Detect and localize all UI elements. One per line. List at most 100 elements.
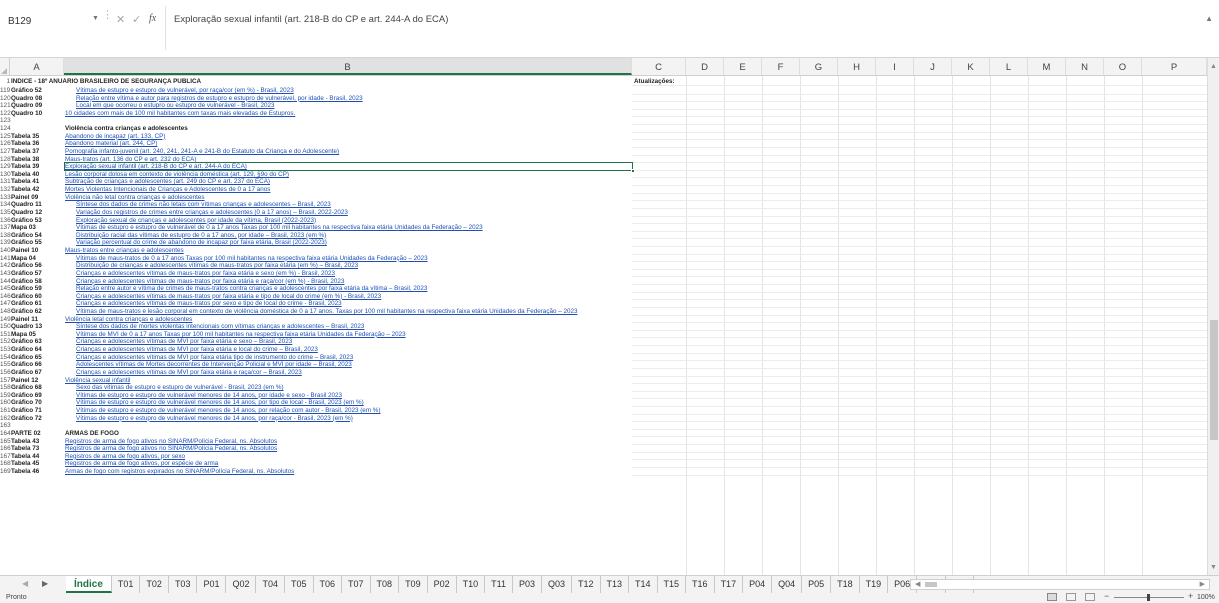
item-code[interactable]: Tabela 36 [11, 140, 65, 148]
sheet-tab[interactable]: Q04 [772, 576, 803, 593]
column-header-h[interactable]: H [838, 58, 876, 75]
index-link[interactable]: Vítimas de maus-tratos e lesão corporal … [65, 308, 632, 316]
zoom-slider-thumb[interactable] [1147, 594, 1150, 601]
row-number[interactable]: 148 [0, 308, 11, 316]
index-link[interactable]: Adolescentes vítimas de Mortes decorrent… [65, 361, 632, 369]
item-code[interactable]: Gráfico 65 [11, 354, 65, 362]
item-code[interactable]: Gráfico 63 [11, 338, 65, 346]
index-link[interactable]: Exploração sexual de crianças e adolesce… [65, 217, 632, 225]
index-link[interactable]: Pornografia infanto-juvenil (art. 240, 2… [65, 148, 632, 156]
page-layout-view-icon[interactable] [1066, 593, 1076, 601]
index-link[interactable]: Abandono material (art. 244, CP) [65, 140, 632, 148]
row-number[interactable]: 145 [0, 285, 11, 293]
sheet-tab[interactable]: T16 [686, 576, 715, 593]
row-number[interactable]: 123 [0, 117, 11, 125]
previous-sheet-icon[interactable]: ◀ [22, 579, 28, 588]
column-header-g[interactable]: G [800, 58, 838, 75]
sheet-tab[interactable]: Q02 [226, 576, 257, 593]
sheet-tab[interactable]: T07 [342, 576, 371, 593]
page-break-view-icon[interactable] [1085, 593, 1095, 601]
index-link[interactable]: Relação entre vítima e autor para regist… [65, 95, 632, 103]
collapse-formula-bar-icon[interactable]: ▲ [1205, 14, 1213, 23]
sheet-tab[interactable]: T06 [314, 576, 343, 593]
column-header-l[interactable]: L [990, 58, 1028, 75]
item-code[interactable]: Gráfico 59 [11, 285, 65, 293]
sheet-tab[interactable]: T02 [140, 576, 169, 593]
row-number[interactable]: 161 [0, 407, 11, 415]
vertical-scrollbar[interactable]: ▲ ▼ [1207, 58, 1219, 575]
enter-icon[interactable]: ✓ [132, 13, 141, 26]
row-number[interactable]: 139 [0, 239, 11, 247]
index-link[interactable]: Vítimas de estupro e estupro de vulneráv… [65, 407, 632, 415]
row-number[interactable]: 129 [0, 163, 11, 171]
column-header-d[interactable]: D [686, 58, 724, 75]
item-code[interactable]: Tabela 39 [11, 163, 65, 171]
row-number[interactable]: 154 [0, 354, 11, 362]
item-code[interactable]: Gráfico 53 [11, 217, 65, 225]
item-code[interactable]: Tabela 73 [11, 445, 65, 453]
row-number[interactable]: 146 [0, 293, 11, 301]
sheet-tab[interactable]: Q03 [542, 576, 572, 593]
sheet-tab[interactable]: P04 [743, 576, 773, 593]
row-number[interactable]: 130 [0, 171, 11, 179]
row-number[interactable]: 126 [0, 140, 11, 148]
row-number[interactable]: 157 [0, 377, 11, 385]
column-header-n[interactable]: N [1066, 58, 1104, 75]
row-number[interactable]: 166 [0, 445, 11, 453]
sheet-tab[interactable]: T18 [831, 576, 860, 593]
item-code[interactable]: PARTE 02 [11, 430, 65, 438]
row-number[interactable]: 1 [0, 78, 11, 86]
name-box[interactable]: B129 [4, 10, 86, 34]
sheet-tab[interactable]: T08 [371, 576, 400, 593]
zoom-in-icon[interactable]: + [1188, 591, 1193, 601]
item-code[interactable]: Gráfico 71 [11, 407, 65, 415]
row-number[interactable]: 167 [0, 453, 11, 461]
sheet-tab[interactable]: P05 [802, 576, 832, 593]
sheet-tab[interactable]: T14 [629, 576, 658, 593]
column-header-c[interactable]: C [632, 58, 686, 75]
sheet-tab[interactable]: T17 [715, 576, 744, 593]
select-all-button[interactable] [0, 58, 10, 75]
index-link[interactable]: Vítimas de estupro e estupro de vulneráv… [65, 399, 632, 407]
column-header-p[interactable]: P [1142, 58, 1207, 75]
scroll-left-icon[interactable]: ◀ [915, 580, 920, 590]
vertical-scroll-thumb[interactable] [1210, 320, 1218, 440]
horizontal-scroll-thumb[interactable] [925, 582, 937, 587]
index-link[interactable]: Crianças e adolescentes vítimas de MVI p… [65, 338, 632, 346]
row-number[interactable]: 160 [0, 399, 11, 407]
row-number[interactable]: 143 [0, 270, 11, 278]
row-number[interactable]: 138 [0, 232, 11, 240]
sheet-tab[interactable]: T19 [860, 576, 889, 593]
scroll-right-icon[interactable]: ▶ [1200, 580, 1205, 590]
index-title[interactable]: ÍNDICE - 18º ANUÁRIO BRASILEIRO DE SEGUR… [11, 78, 631, 86]
item-code[interactable]: Quadro 09 [11, 102, 65, 110]
cancel-icon[interactable]: ✕ [116, 13, 125, 26]
row-number[interactable]: 121 [0, 102, 11, 110]
insert-function-icon[interactable]: fx [149, 13, 156, 24]
index-link[interactable]: Distribuição racial das vítimas de estup… [65, 232, 632, 240]
row-number[interactable]: 155 [0, 361, 11, 369]
index-link[interactable]: Sexo das vítimas de estupro e estupro de… [65, 384, 632, 392]
row-number[interactable]: 168 [0, 460, 11, 468]
index-link[interactable]: Local em que ocorreu o estupro ou estupr… [65, 102, 632, 110]
item-code[interactable]: Quadro 12 [11, 209, 65, 217]
index-link[interactable]: Violência não letal contra crianças e ad… [65, 194, 632, 202]
index-link[interactable]: Variação dos registros de crimes entre c… [65, 209, 632, 217]
row-number[interactable]: 142 [0, 262, 11, 270]
row-number[interactable]: 158 [0, 384, 11, 392]
item-code[interactable]: Gráfico 60 [11, 293, 65, 301]
section-heading[interactable]: Violência contra crianças e adolescentes [65, 125, 632, 133]
column-header-f[interactable]: F [762, 58, 800, 75]
item-code[interactable]: Mapa 05 [11, 331, 65, 339]
section-heading[interactable]: ARMAS DE FOGO [65, 430, 632, 438]
sheet-tab[interactable]: T04 [256, 576, 285, 593]
item-code[interactable]: Tabela 44 [11, 453, 65, 461]
row-number[interactable]: 124 [0, 125, 11, 133]
row-number[interactable]: 120 [0, 95, 11, 103]
row-number[interactable]: 169 [0, 468, 11, 476]
index-link[interactable]: Registros de arma de fogo ativos, por se… [65, 453, 632, 461]
zoom-level[interactable]: 100% [1197, 594, 1215, 601]
formula-input[interactable]: Exploração sexual infantil (art. 218-B d… [165, 6, 1205, 50]
item-code[interactable]: Painel 11 [11, 316, 65, 324]
sheet-tab[interactable]: T01 [112, 576, 141, 593]
